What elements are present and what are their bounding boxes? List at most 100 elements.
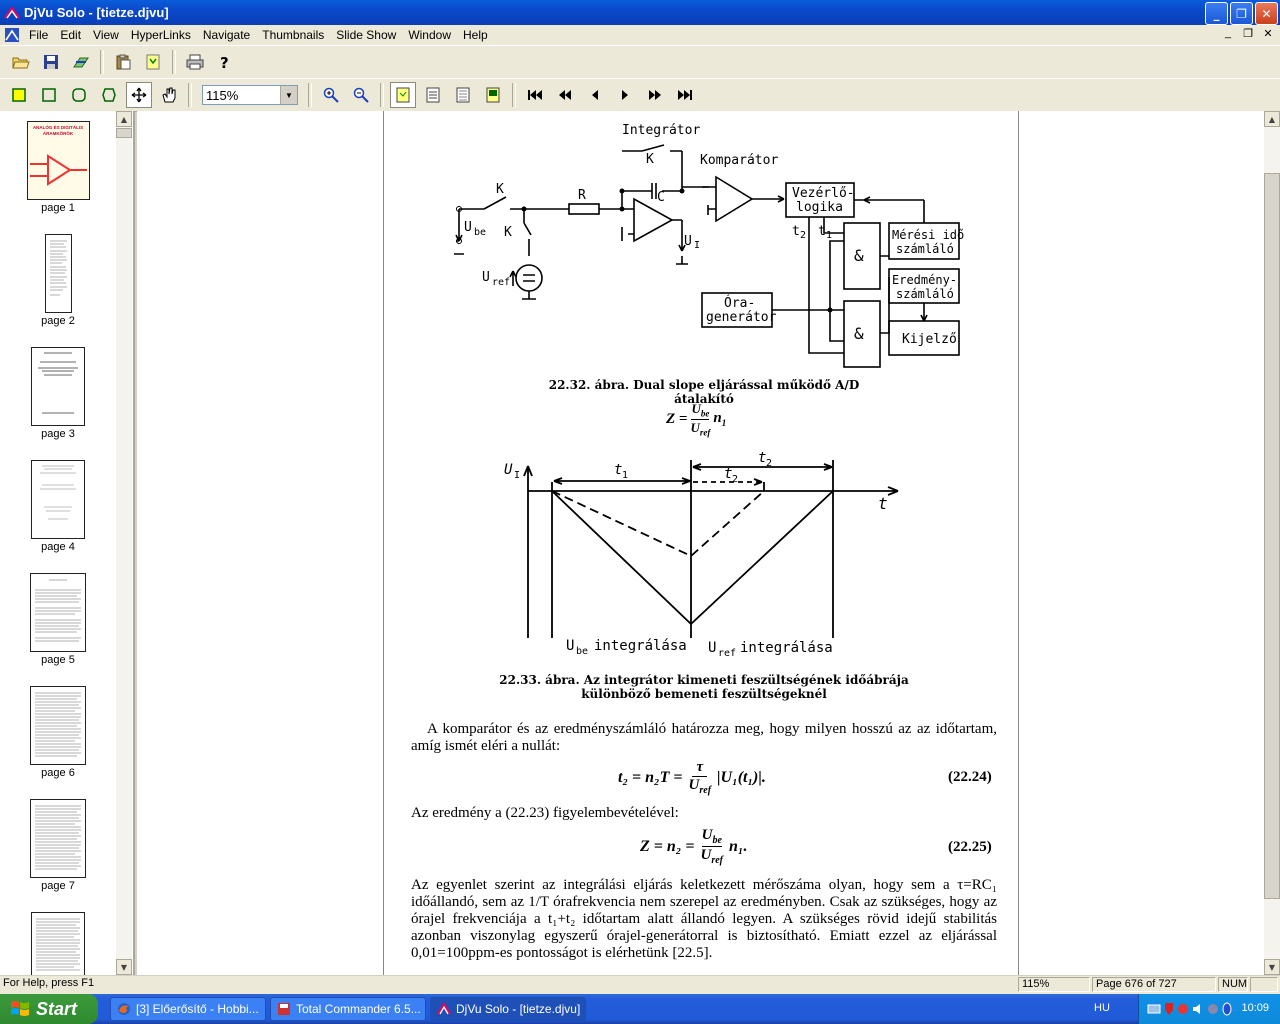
menu-navigate[interactable]: Navigate bbox=[197, 28, 256, 42]
document-vertical-scrollbar[interactable]: ▲ ▼ bbox=[1264, 111, 1280, 975]
thumbnail-page-8[interactable] bbox=[0, 912, 116, 975]
document-view[interactable]: Integrátor Komparátor K K K R C U be U r… bbox=[137, 111, 1264, 975]
menu-hyperlinks[interactable]: HyperLinks bbox=[125, 28, 197, 42]
eq2-den: U bbox=[700, 847, 712, 863]
help-button[interactable]: ? bbox=[212, 49, 238, 75]
label-and-1: & bbox=[854, 246, 864, 265]
antivirus-icon bbox=[1208, 1004, 1218, 1014]
label-and-2: & bbox=[854, 324, 864, 343]
paste-button[interactable] bbox=[110, 49, 136, 75]
document-page: Integrátor Komparátor K K K R C U be U r… bbox=[383, 111, 1019, 975]
clock[interactable]: 10:09 bbox=[1241, 1002, 1269, 1014]
save-disk-icon bbox=[44, 55, 58, 69]
taskbar-item-total-commander[interactable]: Total Commander 6.5... bbox=[270, 997, 426, 1021]
paragraph-3: Az egyenlet szerint az integrálási eljár… bbox=[411, 877, 997, 961]
zoom-in-button[interactable] bbox=[318, 82, 344, 108]
scroll-up-arrow[interactable]: ▲ bbox=[1264, 111, 1280, 127]
menu-window[interactable]: Window bbox=[402, 28, 457, 42]
text-lines-graphic bbox=[35, 692, 81, 757]
single-page-button[interactable] bbox=[390, 82, 416, 108]
paragraph-1: A komparátor és az eredményszámláló hatá… bbox=[411, 721, 997, 754]
svg-text:?: ? bbox=[220, 54, 229, 70]
language-indicator[interactable]: HU bbox=[1094, 1002, 1110, 1014]
select-ellipse-button[interactable] bbox=[66, 82, 92, 108]
thumbnail-page-3[interactable]: page 3 bbox=[0, 347, 116, 440]
title-bar[interactable]: DjVu Solo - [tietze.djvu] _ ❐ ✕ bbox=[0, 0, 1280, 25]
thumbnail-page-4[interactable]: page 4 bbox=[0, 460, 116, 553]
scroll-down-arrow[interactable]: ▼ bbox=[1264, 959, 1280, 975]
scroll-down-arrow[interactable]: ▼ bbox=[116, 959, 132, 975]
thumbnail-page-2[interactable]: page 2 bbox=[0, 234, 116, 327]
scroll-up-arrow[interactable]: ▲ bbox=[116, 111, 132, 127]
minimize-button[interactable]: _ bbox=[1205, 2, 1228, 25]
last-page-button[interactable] bbox=[672, 82, 698, 108]
taskbar-item-firefox[interactable]: [3] Előerősítő - Hobbi... bbox=[110, 997, 266, 1021]
eq2-rhs: n₁. bbox=[729, 837, 748, 855]
prev-page-button[interactable] bbox=[582, 82, 608, 108]
mdi-close-button[interactable]: ✕ bbox=[1260, 27, 1276, 40]
eq2-number: (22.25) bbox=[948, 839, 992, 855]
open-button[interactable] bbox=[8, 49, 34, 75]
thumbnail-image bbox=[31, 347, 85, 426]
mdi-minimize-button[interactable]: _ bbox=[1220, 27, 1236, 40]
maximize-button[interactable]: ❐ bbox=[1230, 2, 1253, 25]
z-formula-den-sub: ref bbox=[699, 427, 711, 438]
continuous-button[interactable] bbox=[420, 82, 446, 108]
prev-five-button[interactable] bbox=[552, 82, 578, 108]
zoom-select[interactable]: 115% ▼ bbox=[202, 85, 298, 105]
zoom-out-button[interactable] bbox=[348, 82, 374, 108]
print-button[interactable] bbox=[182, 49, 208, 75]
select-polygon-button[interactable] bbox=[96, 82, 122, 108]
pan-button[interactable] bbox=[126, 82, 152, 108]
eq2-lhs: Z = n₂ = bbox=[640, 837, 695, 855]
facing-button[interactable] bbox=[450, 82, 476, 108]
select-rect-button[interactable] bbox=[6, 82, 32, 108]
scrollbar-thumb[interactable] bbox=[116, 128, 132, 138]
thumbnails-scrollbar[interactable]: ▲ ▼ bbox=[116, 111, 132, 975]
thumbnail-image bbox=[44, 234, 72, 313]
menu-help[interactable]: Help bbox=[457, 28, 494, 42]
select-region-button[interactable] bbox=[36, 82, 62, 108]
menu-file[interactable]: File bbox=[23, 28, 54, 42]
close-button[interactable]: ✕ bbox=[1255, 2, 1278, 25]
chevron-down-icon[interactable]: ▼ bbox=[280, 86, 297, 104]
label-k2: K bbox=[504, 225, 512, 240]
label-ora-1: Óra- bbox=[724, 295, 755, 311]
menu-view[interactable]: View bbox=[87, 28, 125, 42]
move-arrows-icon bbox=[131, 87, 147, 103]
axis-y-label: U bbox=[504, 462, 513, 478]
figure-2-caption: 22.33. ábra. Az integrátor kimeneti fesz… bbox=[484, 673, 924, 701]
thumbnail-page-5[interactable]: page 5 bbox=[0, 573, 116, 666]
thumbnail-image bbox=[30, 573, 86, 652]
mdi-restore-button[interactable]: ❐ bbox=[1240, 27, 1256, 40]
next-five-button[interactable] bbox=[642, 82, 668, 108]
thumbnail-page-1[interactable]: ANALÓG ÉS DIGITÁLIS ÁRAMKÖRÖK page 1 bbox=[0, 121, 116, 214]
start-button[interactable]: Start bbox=[0, 994, 98, 1024]
save-button[interactable] bbox=[38, 49, 64, 75]
menu-thumbnails[interactable]: Thumbnails bbox=[256, 28, 330, 42]
status-empty-pane bbox=[1250, 977, 1278, 992]
label-vezerlo-2: logika bbox=[796, 200, 843, 215]
scrollbar-thumb[interactable] bbox=[1264, 173, 1280, 899]
label-ube: U bbox=[464, 220, 472, 235]
djvu-app-icon bbox=[4, 5, 20, 19]
text-layer-button[interactable] bbox=[480, 82, 506, 108]
next-page-button[interactable] bbox=[612, 82, 638, 108]
first-page-button[interactable] bbox=[522, 82, 548, 108]
thumbnails-panel[interactable]: ANALÓG ÉS DIGITÁLIS ÁRAMKÖRÖK page 1 pag… bbox=[0, 111, 135, 975]
document-icon[interactable] bbox=[4, 27, 20, 43]
thumbnail-page-6[interactable]: page 6 bbox=[0, 686, 116, 779]
select-region-icon bbox=[42, 88, 56, 102]
properties-button[interactable] bbox=[140, 49, 166, 75]
menu-edit[interactable]: Edit bbox=[54, 28, 87, 42]
thumbnail-page-7[interactable]: page 7 bbox=[0, 799, 116, 892]
export-button[interactable] bbox=[68, 49, 94, 75]
hand-button[interactable] bbox=[156, 82, 182, 108]
open-folder-icon bbox=[12, 57, 30, 69]
windows-flag-icon bbox=[11, 1001, 29, 1016]
thumbnail-label: page 2 bbox=[41, 315, 75, 327]
taskbar-item-djvu-solo[interactable]: DjVu Solo - [tietze.djvu] bbox=[430, 997, 586, 1021]
menu-slide-show[interactable]: Slide Show bbox=[330, 28, 402, 42]
z-formula-den: U bbox=[690, 419, 700, 435]
taskbar-item-label: DjVu Solo - [tietze.djvu] bbox=[456, 1002, 581, 1016]
